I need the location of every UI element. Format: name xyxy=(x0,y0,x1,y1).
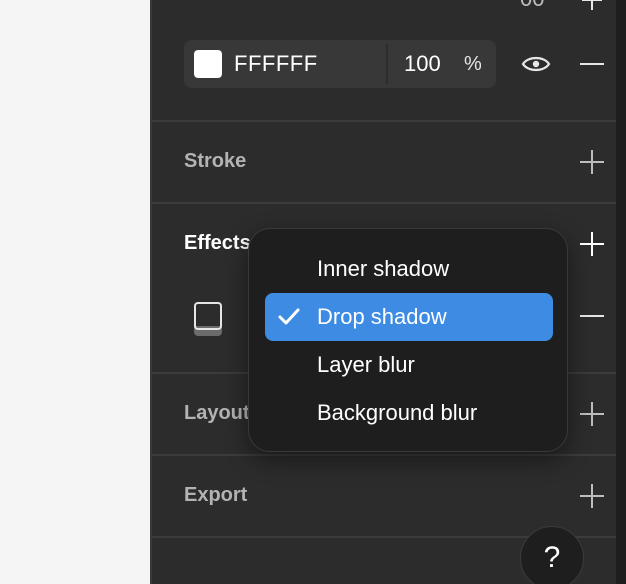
menu-item-label: Drop shadow xyxy=(317,304,447,329)
stroke-section-title: Stroke xyxy=(184,150,247,172)
export-section-title: Export xyxy=(184,484,248,506)
add-icon[interactable] xyxy=(576,0,608,16)
panel-scrollbar[interactable] xyxy=(616,0,626,584)
menu-item-label: Inner shadow xyxy=(317,256,450,281)
fill-row: FFFFFF 100 % xyxy=(184,40,496,88)
menu-item-inner-shadow[interactable]: Inner shadow xyxy=(265,245,553,293)
fill-color-swatch[interactable] xyxy=(194,50,222,78)
fill-opacity-input[interactable]: 100 xyxy=(404,40,441,88)
checkmark-icon xyxy=(278,308,300,325)
add-stroke-icon[interactable] xyxy=(576,146,608,178)
partial-value: 00 xyxy=(520,0,544,12)
menu-item-label: Layer blur xyxy=(317,352,415,377)
effect-visibility-checkbox[interactable] xyxy=(194,302,222,330)
fill-opacity-unit: % xyxy=(464,53,482,75)
fill-hex-input[interactable]: FFFFFF xyxy=(234,40,318,88)
menu-item-label: Background blur xyxy=(317,400,478,425)
canvas-area[interactable] xyxy=(0,0,150,584)
fill-divider xyxy=(386,44,388,84)
section-divider xyxy=(152,120,616,122)
remove-fill-icon[interactable] xyxy=(576,48,608,80)
effects-section-title: Effects xyxy=(184,232,251,254)
section-divider xyxy=(152,202,616,204)
help-button[interactable]: ? xyxy=(520,526,584,584)
effect-type-menu: Inner shadow Drop shadow Layer blur Back… xyxy=(248,228,568,452)
menu-item-background-blur[interactable]: Background blur xyxy=(265,389,553,437)
menu-item-drop-shadow[interactable]: Drop shadow xyxy=(265,293,553,341)
layout-section-title: Layout xyxy=(184,402,250,424)
add-export-icon[interactable] xyxy=(576,480,608,512)
add-effect-icon[interactable] xyxy=(576,228,608,260)
add-layout-grid-icon[interactable] xyxy=(576,398,608,430)
eye-icon[interactable] xyxy=(520,48,552,80)
menu-item-layer-blur[interactable]: Layer blur xyxy=(265,341,553,389)
remove-effect-icon[interactable] xyxy=(576,300,608,332)
section-divider xyxy=(152,454,616,456)
